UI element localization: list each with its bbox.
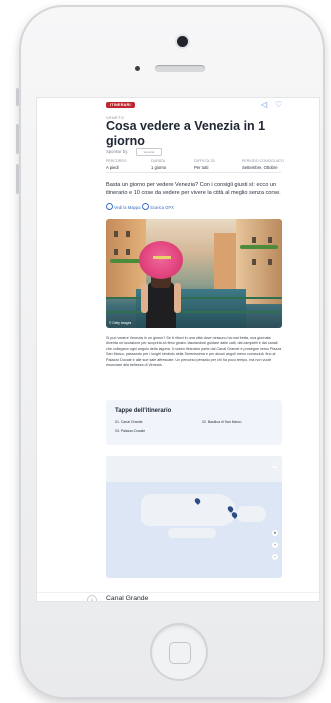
article-lead: Basta un giorno per vedere Venezia? Con …: [106, 182, 281, 196]
zoom-in-button[interactable]: +: [272, 542, 278, 548]
window: [252, 237, 256, 243]
meta-percorso: PERCORSO A piedi: [106, 159, 127, 170]
window: [114, 231, 118, 237]
meta-value: 1 giorno: [151, 164, 167, 170]
page-title: Cosa vedere a Venezia in 1 giorno: [106, 119, 266, 148]
proximity-sensor: [135, 66, 140, 71]
window: [114, 249, 118, 255]
article-body: Si può vedere Venezia in un giorno? Se t…: [106, 336, 282, 368]
stop-link[interactable]: 01. Canal Grande: [115, 420, 143, 424]
meta-label: DURATA: [151, 159, 166, 163]
volume-up-button: [16, 124, 19, 154]
download-icon: [142, 203, 149, 210]
home-button-icon: [169, 642, 191, 664]
flower-box: [110, 259, 140, 263]
divider: [106, 172, 281, 173]
hero-image: © Getty Images: [106, 219, 282, 328]
window: [126, 231, 130, 237]
section-number: 1: [87, 595, 97, 601]
bridge-railing: [106, 297, 282, 299]
meta-periodo: PERIODO CONSIGLIATO Settembre, Ottobre: [242, 159, 284, 170]
meta-value: Settembre, Ottobre: [242, 164, 278, 170]
photo-credit: © Getty Images: [109, 321, 132, 325]
map-link[interactable]: Vedi la Mappa: [106, 203, 141, 210]
fullscreen-icon[interactable]: □: [272, 462, 278, 468]
itinerary-stops-title: Tappe dell'itinerario: [115, 408, 172, 414]
window: [268, 237, 272, 243]
sponsor-label: Sponsor by:: [106, 149, 129, 154]
itinerary-map[interactable]: □ ➤ + −: [106, 456, 282, 578]
phone-screen: ITINERARI ◁ ♡ VENETO Cosa vedere a Venez…: [36, 97, 320, 602]
woman-arm: [174, 283, 181, 313]
meta-difficolta: DIFFICOLTÀ Per tutti: [194, 159, 215, 170]
woman-figure: [146, 281, 176, 328]
stop-link[interactable]: 02. Basilica di San Marco: [202, 420, 242, 424]
meta-durata: DURATA 1 giorno: [151, 159, 166, 170]
map-link-label: Vedi la Mappa: [114, 205, 141, 210]
gpx-link-label: Scarica GPX: [150, 205, 174, 210]
front-camera: [177, 36, 188, 47]
woman-arm: [141, 283, 148, 313]
zoom-out-button[interactable]: −: [272, 554, 278, 560]
map-pin-icon: [106, 203, 113, 210]
map-land: [106, 456, 282, 482]
section-title: Canal Grande: [106, 595, 149, 602]
map-island: [141, 494, 236, 526]
sponsor-logo[interactable]: Venezia: [136, 148, 162, 156]
mute-switch: [16, 88, 19, 106]
hat-band: [153, 256, 171, 259]
gpx-link[interactable]: Scarica GPX: [142, 203, 174, 210]
stop-link[interactable]: 03. Palazzo Ducale: [115, 429, 145, 433]
meta-value: A piedi: [106, 164, 119, 170]
window: [126, 249, 130, 255]
category-badge[interactable]: ITINERARI: [106, 102, 135, 108]
map-island: [236, 506, 266, 522]
meta-label: PERCORSO: [106, 159, 127, 163]
meta-label: PERIODO CONSIGLIATO: [242, 159, 284, 163]
share-icon[interactable]: ◁: [261, 101, 269, 109]
window: [268, 259, 272, 265]
pink-hat: [139, 241, 183, 279]
itinerary-stops-box: Tappe dell'itinerario 01. Canal Grande 0…: [106, 400, 282, 445]
window: [252, 259, 256, 265]
meta-label: DIFFICOLTÀ: [194, 159, 215, 163]
heart-icon[interactable]: ♡: [275, 101, 283, 109]
flower-box: [240, 245, 278, 249]
bridge-railing: [106, 311, 282, 313]
earpiece-speaker: [155, 65, 205, 72]
map-island: [168, 528, 216, 538]
compass-icon[interactable]: ➤: [272, 530, 278, 536]
section-divider: [37, 592, 319, 593]
volume-down-button: [16, 164, 19, 194]
meta-value: Per tutti: [194, 164, 209, 170]
